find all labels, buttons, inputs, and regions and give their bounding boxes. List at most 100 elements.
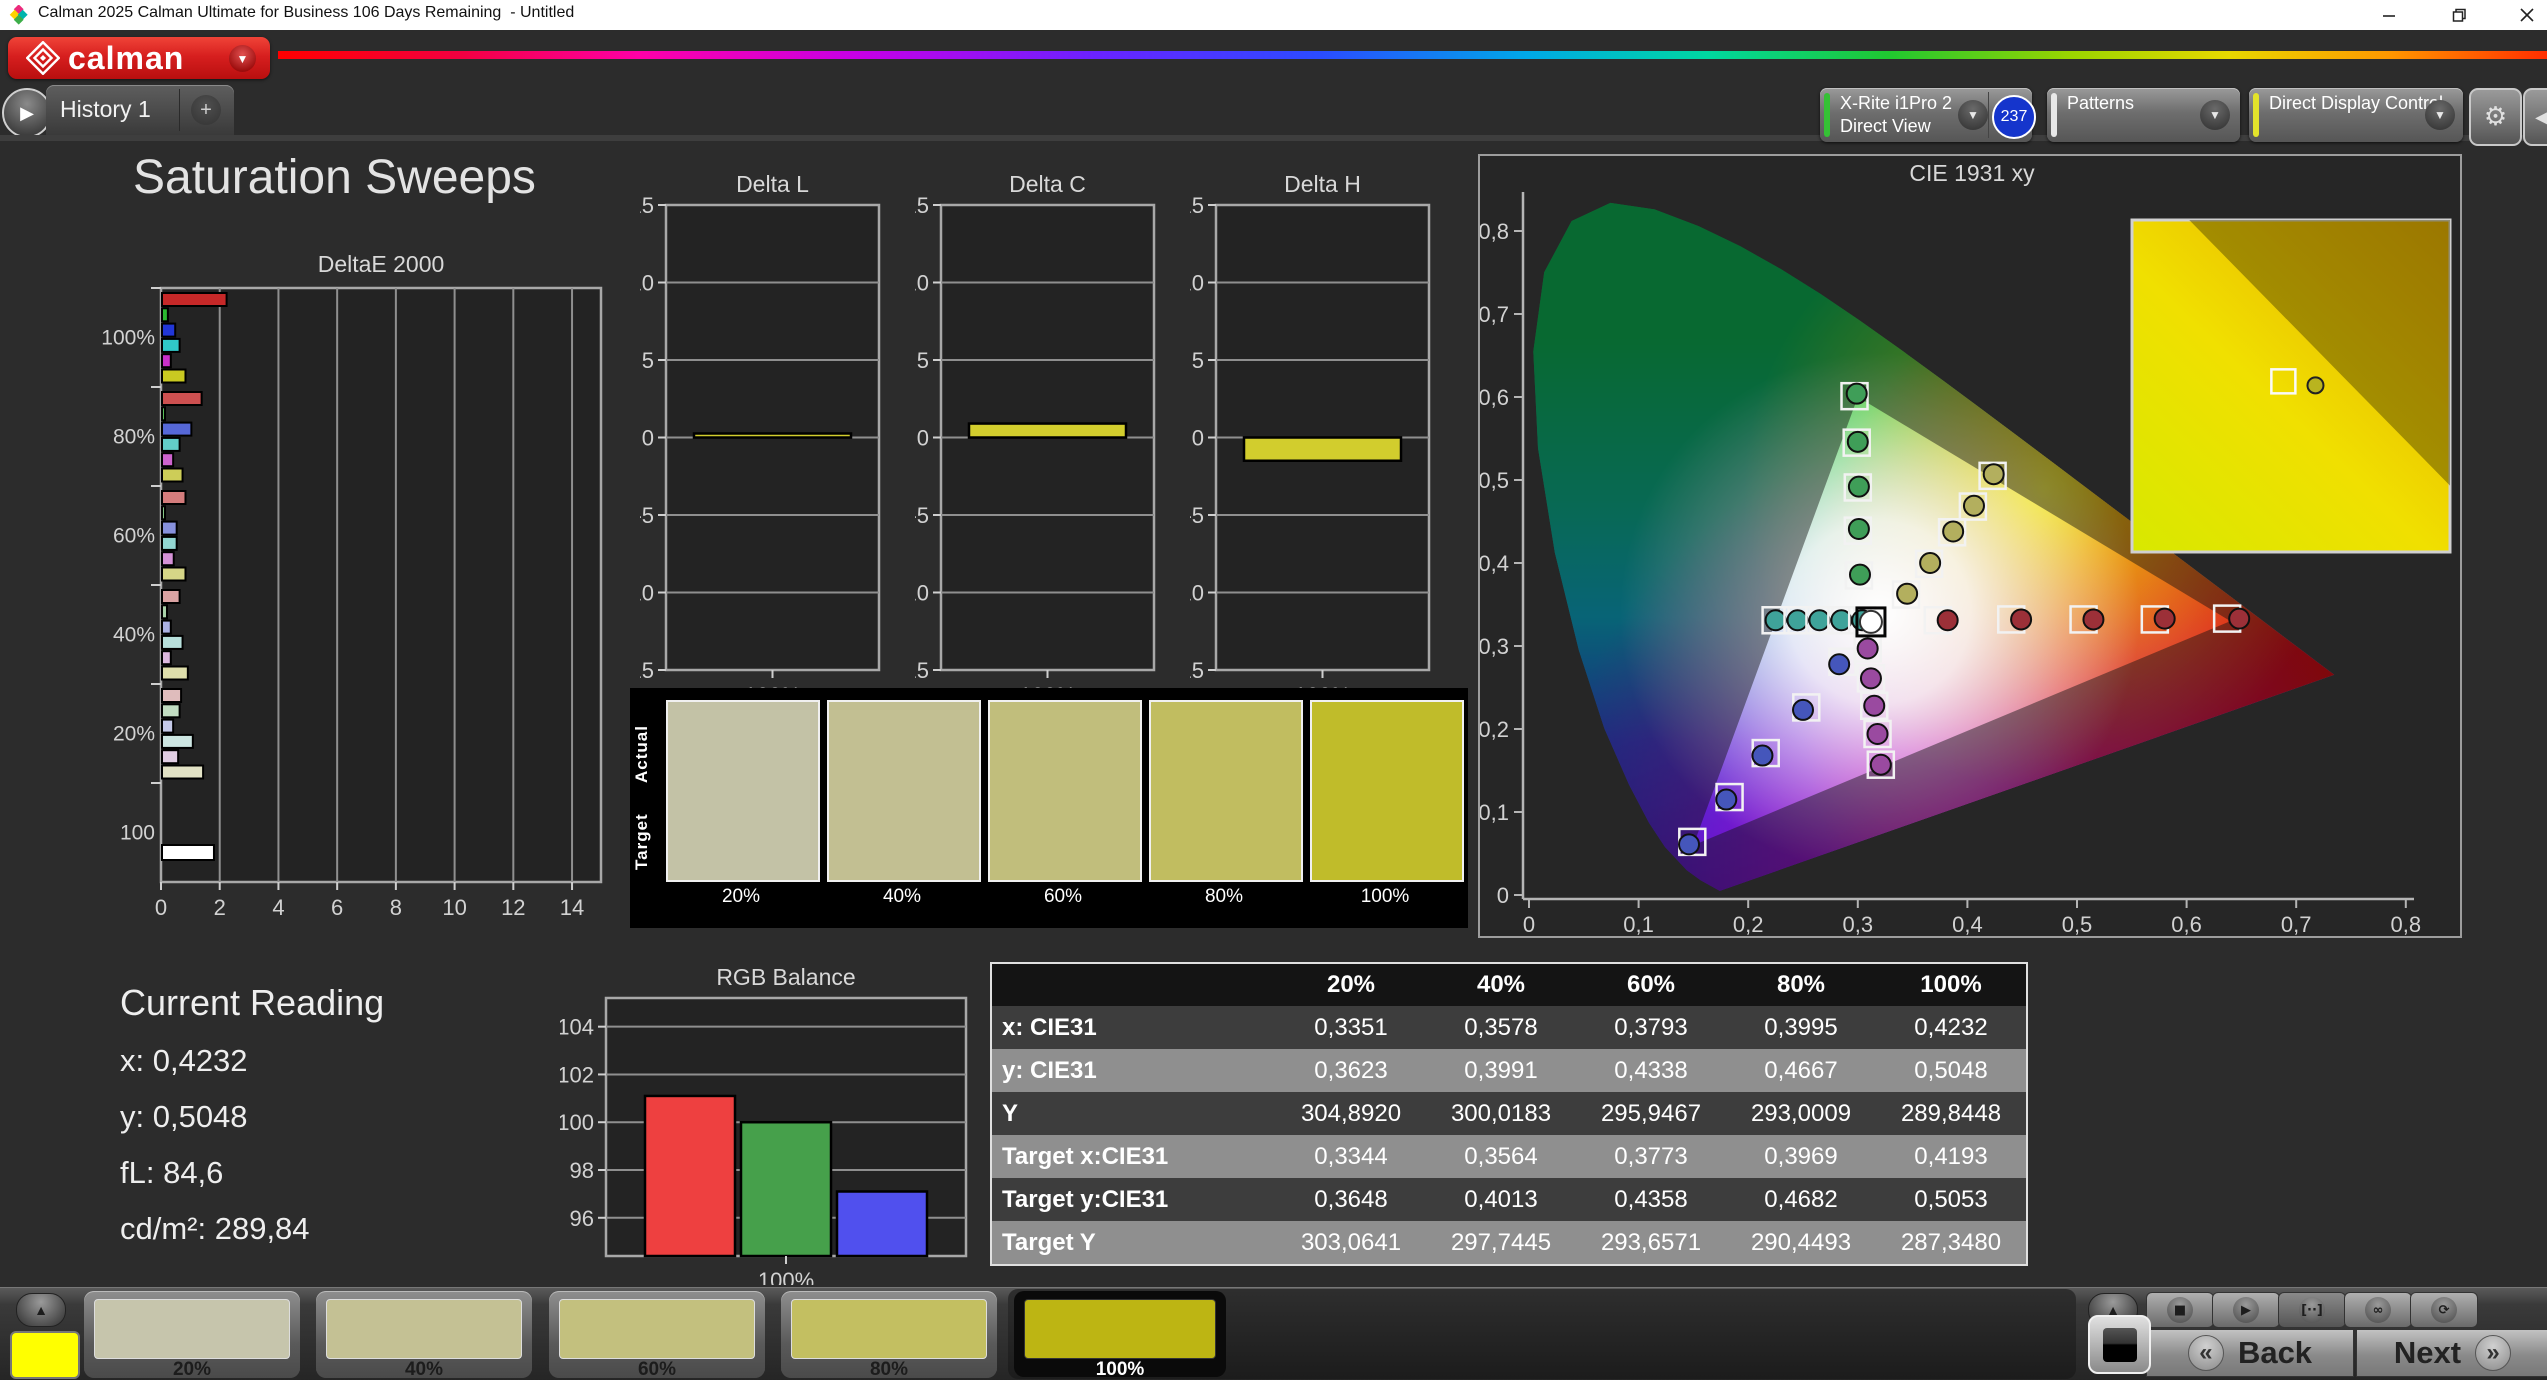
y-tick-label: 10	[915, 271, 929, 296]
interval-icon: [··]	[2299, 1297, 2325, 1323]
y-tick-label: -5	[640, 503, 654, 528]
pattern-swatch	[94, 1299, 290, 1359]
y-tick-label: 0,1	[1478, 800, 1509, 825]
display-control-dropdown[interactable]: Direct Display Control ▼	[2249, 88, 2463, 142]
spectrum-strip	[278, 51, 2547, 59]
meter-dropdown[interactable]: X-Rite i1Pro 2 Direct View ▼ 237	[1820, 88, 2036, 142]
bar-green	[161, 307, 169, 323]
current-pattern-color-swatch[interactable]	[10, 1331, 80, 1379]
y-tick-label: 0,5	[1478, 468, 1509, 493]
pattern-button-40%[interactable]: 40%	[316, 1291, 532, 1380]
y-tick-label: 0	[1497, 883, 1509, 908]
measured-circle	[1859, 667, 1882, 690]
measured-circle	[1866, 722, 1889, 745]
column-header: 40%	[1426, 963, 1576, 1006]
tab-history-1[interactable]: History 1 +	[46, 85, 234, 135]
calman-app-icon	[9, 5, 28, 25]
chart-title: RGB Balance	[716, 965, 855, 990]
pattern-button-20%[interactable]: 20%	[84, 1291, 300, 1380]
add-tab-button[interactable]: +	[191, 95, 221, 125]
settings-button[interactable]: ⚙	[2469, 88, 2522, 146]
table-cell: 293,6571	[1576, 1221, 1726, 1265]
patterns-status-accent	[2051, 93, 2057, 137]
close-button[interactable]	[2510, 2, 2544, 28]
next-button[interactable]: Next »	[2356, 1329, 2547, 1377]
delta-c-chart: Delta C151050-5-10-15100%	[915, 171, 1156, 705]
tab-scroll-button[interactable]: ▶	[2, 88, 52, 138]
swatch-label: 100%	[1360, 886, 1410, 907]
pattern-button-80%[interactable]: 80%	[781, 1291, 997, 1380]
play-button[interactable]: ▶	[2212, 1292, 2280, 1328]
current-reading-cdm2: cd/m²: 289,84	[120, 1211, 310, 1246]
divider	[1988, 92, 1989, 138]
window-mode-icon	[2102, 1327, 2137, 1362]
table-cell: 0,3991	[1426, 1049, 1576, 1092]
x-tick-label: 0,7	[2281, 912, 2312, 937]
measured-circle	[2153, 607, 2176, 630]
bar-magenta	[161, 650, 172, 666]
stop-button[interactable]: ■	[2146, 1292, 2214, 1328]
measured-circle	[1936, 609, 1959, 632]
measured-circle	[1678, 833, 1701, 856]
window-mode-button[interactable]	[2088, 1315, 2151, 1374]
bar-yellow	[161, 467, 184, 483]
chevrons-left-icon: «	[2187, 1335, 2224, 1371]
row-label: x: CIE31	[991, 1006, 1276, 1049]
row-label: y: CIE31	[991, 1049, 1276, 1092]
play-icon: ▶	[20, 102, 34, 123]
chevron-down-icon[interactable]: ▼	[1958, 100, 1988, 130]
x-tick-label: 10	[442, 895, 466, 920]
patterns-dropdown[interactable]: Patterns ▼	[2047, 88, 2240, 142]
y-tick-label: 10	[1190, 271, 1204, 296]
calman-menu-button[interactable]: calman ▼	[8, 37, 270, 79]
x-tick-label: 0,1	[1623, 912, 1654, 937]
chevron-down-icon[interactable]: ▼	[229, 45, 256, 72]
chevron-down-icon[interactable]: ▼	[2425, 100, 2455, 130]
bar-yellow	[161, 566, 187, 582]
chevron-down-icon[interactable]: ▼	[2200, 100, 2230, 130]
collapse-panel-button[interactable]: ◀	[2523, 88, 2547, 146]
refresh-button[interactable]: ⟳	[2410, 1292, 2478, 1328]
swatch-label: 60%	[1043, 886, 1083, 907]
back-button[interactable]: « Back	[2146, 1329, 2354, 1377]
measurement-count-badge: 237	[1992, 95, 2036, 139]
play-icon: ▶	[2233, 1297, 2259, 1323]
measured-circle	[1764, 609, 1787, 632]
table-cell: 0,3793	[1576, 1006, 1726, 1049]
meter-mode: Direct View	[1840, 116, 1931, 136]
table-cell: 0,4193	[1876, 1135, 2027, 1178]
bar-red	[161, 589, 181, 604]
interval-button[interactable]: [··]	[2278, 1292, 2346, 1328]
y-tick-label: 0	[1192, 426, 1204, 451]
row-label: Target x:CIE31	[991, 1135, 1276, 1178]
measured-circle	[1786, 609, 1809, 632]
pattern-scroll-up-button[interactable]: ▲	[16, 1293, 66, 1327]
column-header: 100%	[1876, 963, 2027, 1006]
table-cell: 295,9467	[1576, 1092, 1726, 1135]
x-tick-label: 100%	[758, 1268, 814, 1285]
x-tick-label: 8	[390, 895, 402, 920]
bar-cyan	[161, 436, 181, 452]
minimize-button[interactable]	[2372, 2, 2406, 28]
pattern-button-60%[interactable]: 60%	[549, 1291, 765, 1380]
table-cell: 0,3648	[1276, 1178, 1426, 1221]
delta-l-chart: Delta L151050-5-10-15100%	[640, 171, 881, 705]
cie-1931-chart: CIE 1931 xy 0 0,1 0,2 0,3 0,4 0,5 0,6 0,7 0,8 0 0,1…	[1478, 154, 2462, 938]
bar-red	[161, 292, 228, 307]
table-cell: 0,3773	[1576, 1135, 1726, 1178]
x-tick-label: 0,6	[2171, 912, 2202, 937]
bar-green	[161, 604, 168, 620]
y-tick-label: 98	[570, 1158, 594, 1183]
table-cell: 0,3344	[1276, 1135, 1426, 1178]
meter-name: X-Rite i1Pro 2	[1840, 93, 1953, 113]
measured-circle	[1751, 744, 1774, 767]
restore-button[interactable]	[2442, 2, 2476, 28]
continuous-button[interactable]: ∞	[2344, 1292, 2412, 1328]
patterns-label: Patterns	[2067, 93, 2135, 113]
measured-circle	[2228, 607, 2251, 630]
table-cell: 287,3480	[1876, 1221, 2027, 1265]
measured-circle	[1845, 382, 1868, 405]
pattern-button-100%[interactable]: 100%	[1014, 1291, 1226, 1380]
actual-target-swatch-panel: Actual Target 20% 40% 60% 80% 100%	[630, 688, 1468, 928]
table-row: Y 304,8920 300,0183 295,9467 293,0009 289,844…	[991, 1092, 2027, 1135]
